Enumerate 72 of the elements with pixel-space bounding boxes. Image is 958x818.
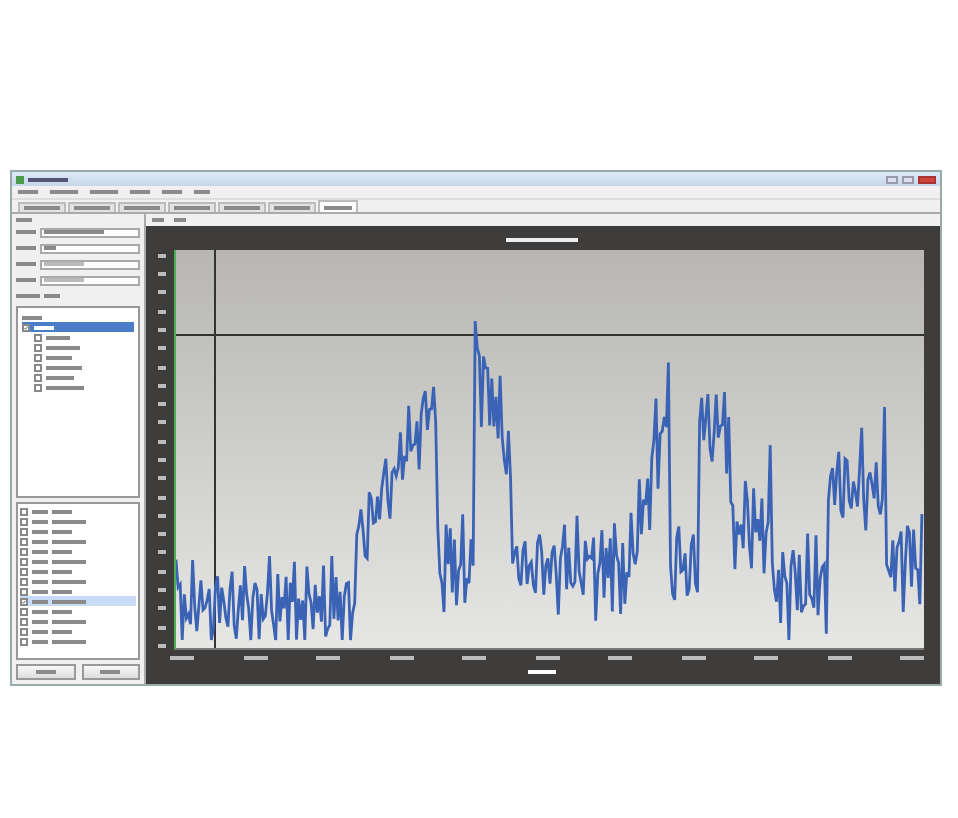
blurred-text bbox=[158, 290, 166, 295]
close-button[interactable] bbox=[918, 175, 936, 183]
checkbox[interactable] bbox=[20, 517, 28, 525]
blurred-text bbox=[158, 439, 166, 444]
blurred-text bbox=[158, 532, 166, 537]
blurred-text bbox=[158, 309, 166, 314]
tab[interactable] bbox=[318, 200, 358, 212]
checkbox[interactable] bbox=[34, 343, 42, 351]
tree-item[interactable] bbox=[22, 322, 134, 332]
blurred-text bbox=[158, 550, 166, 555]
checkbox[interactable] bbox=[20, 527, 28, 535]
dropdown-field[interactable] bbox=[40, 243, 140, 253]
blurred-text bbox=[158, 513, 166, 518]
blurred-text bbox=[158, 495, 166, 500]
tab[interactable] bbox=[268, 202, 316, 212]
checkbox[interactable] bbox=[20, 537, 28, 545]
blurred-text bbox=[170, 656, 194, 661]
blurred-text bbox=[158, 476, 166, 481]
blurred-text bbox=[900, 656, 924, 661]
checkbox[interactable] bbox=[20, 557, 28, 565]
blurred-text bbox=[316, 656, 340, 661]
checkbox[interactable] bbox=[20, 587, 28, 595]
checkbox[interactable] bbox=[20, 507, 28, 515]
blurred-text bbox=[158, 383, 166, 388]
checkbox[interactable] bbox=[34, 333, 42, 341]
checkbox[interactable] bbox=[22, 323, 30, 331]
checkbox[interactable] bbox=[34, 383, 42, 391]
blurred-text bbox=[462, 656, 486, 661]
list-item[interactable] bbox=[20, 596, 136, 606]
dropdown-field[interactable] bbox=[40, 227, 140, 237]
date-field[interactable] bbox=[40, 259, 140, 269]
blurred-text bbox=[158, 346, 166, 351]
checkbox[interactable] bbox=[34, 373, 42, 381]
blurred-text bbox=[158, 625, 166, 630]
blurred-text bbox=[158, 402, 166, 407]
button[interactable] bbox=[81, 664, 140, 680]
tab[interactable] bbox=[168, 202, 216, 212]
blurred-text bbox=[827, 656, 851, 661]
checkbox[interactable] bbox=[20, 637, 28, 645]
checkbox[interactable] bbox=[20, 597, 28, 605]
date-field[interactable] bbox=[40, 275, 140, 285]
checkbox[interactable] bbox=[20, 607, 28, 615]
blurred-text bbox=[608, 656, 632, 661]
tab[interactable] bbox=[118, 202, 166, 212]
blurred-text bbox=[158, 587, 166, 592]
minimize-button[interactable] bbox=[886, 175, 898, 183]
checkbox[interactable] bbox=[20, 617, 28, 625]
checkbox[interactable] bbox=[20, 627, 28, 635]
blurred-text bbox=[158, 365, 166, 370]
blurred-text bbox=[389, 656, 413, 661]
blurred-text bbox=[158, 253, 166, 258]
checkbox[interactable] bbox=[20, 547, 28, 555]
blurred-text bbox=[243, 656, 267, 661]
blurred-text bbox=[158, 272, 166, 277]
blurred-text bbox=[158, 643, 166, 648]
checkbox[interactable] bbox=[34, 353, 42, 361]
checkbox[interactable] bbox=[34, 363, 42, 371]
tab[interactable] bbox=[68, 202, 116, 212]
tab[interactable] bbox=[18, 202, 66, 212]
blurred-text bbox=[158, 569, 166, 574]
blurred-text bbox=[681, 656, 705, 661]
blurred-text bbox=[754, 656, 778, 661]
app-icon bbox=[16, 175, 24, 183]
checkbox[interactable] bbox=[20, 577, 28, 585]
blurred-text bbox=[158, 420, 166, 425]
maximize-button[interactable] bbox=[902, 175, 914, 183]
button[interactable] bbox=[16, 664, 75, 680]
blurred-text bbox=[158, 328, 166, 333]
tab[interactable] bbox=[218, 202, 266, 212]
blurred-text bbox=[535, 656, 559, 661]
blurred-text bbox=[158, 606, 166, 611]
checkbox[interactable] bbox=[20, 567, 28, 575]
